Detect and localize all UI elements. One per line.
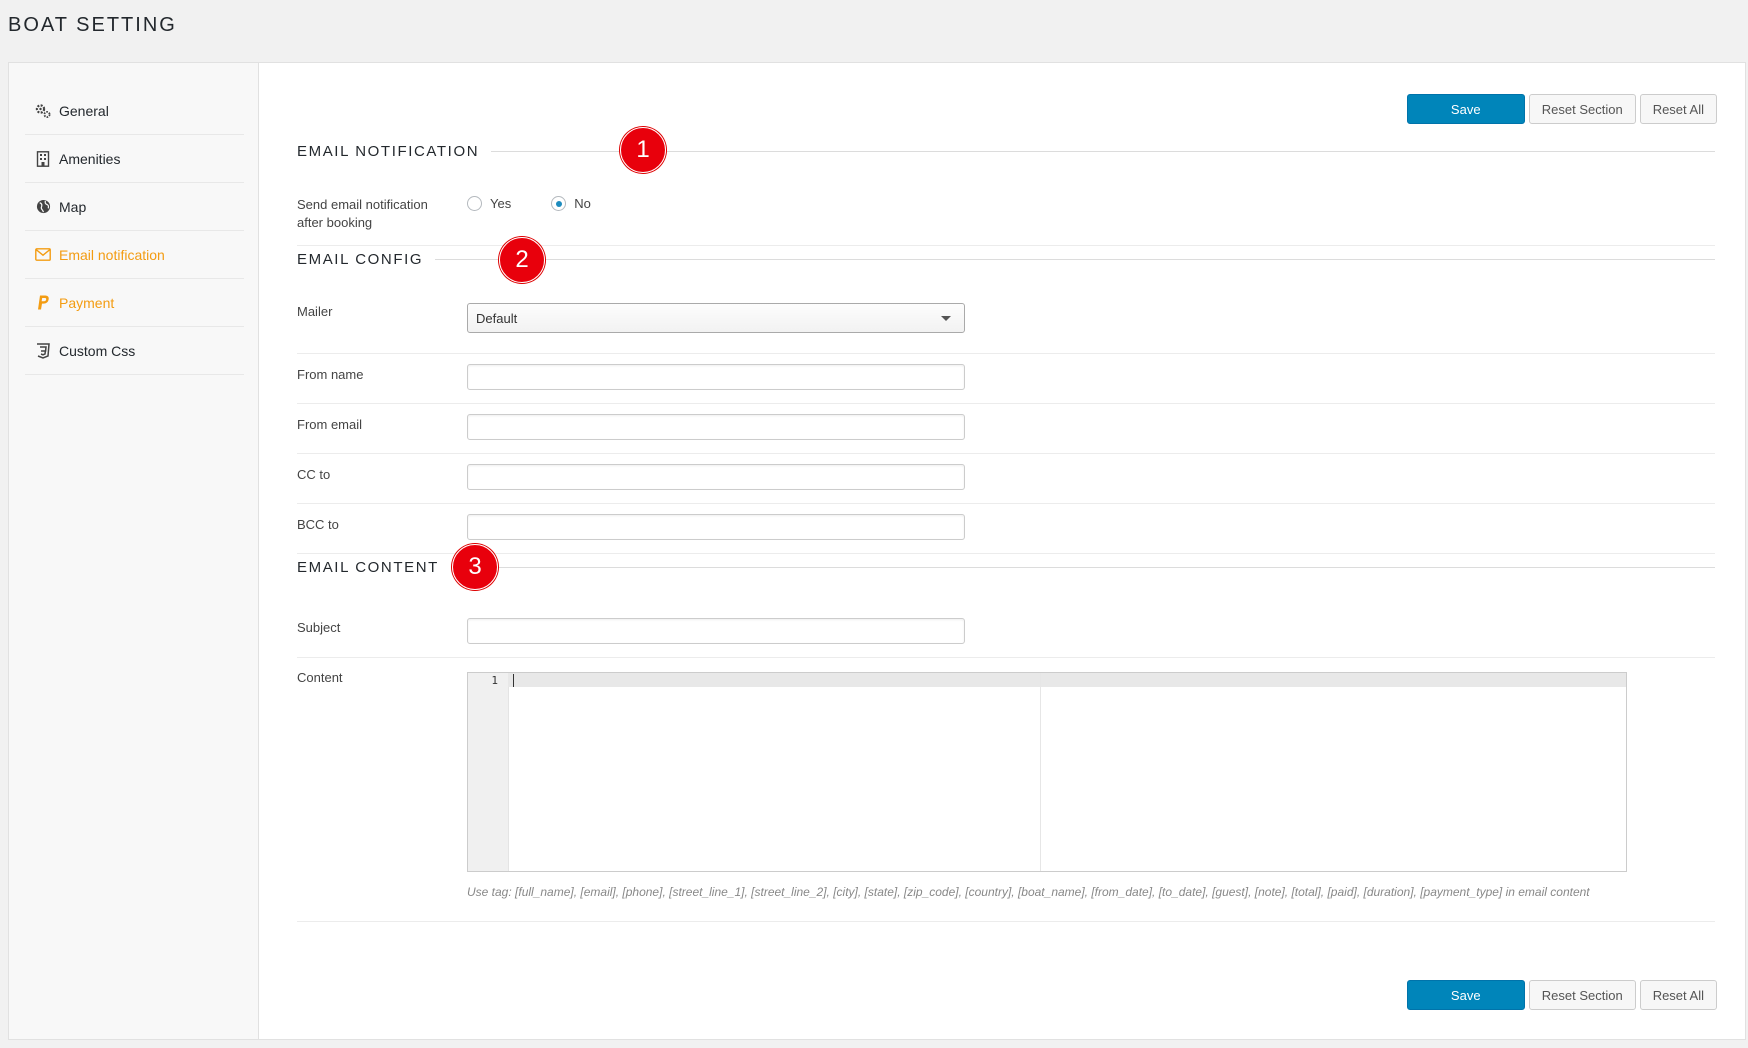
section-email-content: EMAIL CONTENT bbox=[297, 555, 1715, 579]
editor-print-margin bbox=[1040, 673, 1041, 871]
editor-cursor bbox=[513, 674, 514, 687]
radio-circle[interactable] bbox=[467, 196, 482, 211]
cc-label: CC to bbox=[297, 467, 331, 482]
sidebar-item-label: General bbox=[59, 102, 109, 119]
radio-yes[interactable]: Yes bbox=[467, 196, 511, 211]
sidebar-item-email-notification[interactable]: Email notification bbox=[25, 231, 244, 279]
line-number: 1 bbox=[491, 674, 498, 687]
sidebar-item-custom-css[interactable]: Custom Css bbox=[25, 327, 244, 375]
subject-input[interactable] bbox=[467, 618, 965, 644]
reset-all-button[interactable]: Reset All bbox=[1639, 94, 1717, 124]
mailer-row: Mailer Default bbox=[297, 303, 1715, 354]
cc-row: CC to bbox=[297, 453, 1715, 504]
save-button[interactable]: Save bbox=[1406, 94, 1525, 124]
section-title: EMAIL CONFIG bbox=[297, 250, 424, 268]
building-icon bbox=[34, 150, 52, 168]
page-title: BOAT SETTING bbox=[8, 14, 177, 36]
section-divider bbox=[435, 258, 1715, 260]
section-title: EMAIL CONTENT bbox=[297, 558, 439, 576]
bcc-row: BCC to bbox=[297, 503, 1715, 554]
notification-row: Send email notification after booking Ye… bbox=[297, 192, 1715, 246]
sidebar-item-amenities[interactable]: Amenities bbox=[25, 135, 244, 183]
sidebar-item-label: Custom Css bbox=[59, 342, 136, 359]
annotation-marker: 2 bbox=[499, 237, 545, 283]
sidebar-item-payment[interactable]: Payment bbox=[25, 279, 244, 327]
sidebar-item-label: Map bbox=[59, 198, 87, 215]
cc-input[interactable] bbox=[467, 464, 965, 490]
content-hint: Use tag: [full_name], [email], [phone], … bbox=[467, 885, 1590, 899]
annotation-marker: 1 bbox=[620, 127, 666, 173]
radio-label: Yes bbox=[490, 196, 512, 211]
annotation-marker: 3 bbox=[452, 544, 498, 590]
bcc-input[interactable] bbox=[467, 514, 965, 540]
editor-gutter: 1 bbox=[468, 673, 509, 871]
settings-panel: General Amenities Map Email notification bbox=[8, 62, 1746, 1040]
from-email-input[interactable] bbox=[467, 414, 965, 440]
envelope-icon bbox=[34, 246, 52, 264]
content-label: Content bbox=[297, 670, 343, 685]
mailer-label: Mailer bbox=[297, 304, 333, 319]
from-name-row: From name bbox=[297, 353, 1715, 404]
sidebar-item-label: Payment bbox=[59, 294, 115, 311]
mailer-selected-value: Default bbox=[476, 310, 518, 326]
editor-active-line bbox=[508, 673, 1626, 687]
subject-label: Subject bbox=[297, 620, 341, 635]
reset-section-button[interactable]: Reset Section bbox=[1528, 94, 1636, 124]
sidebar-item-label: Email notification bbox=[59, 246, 165, 263]
from-name-label: From name bbox=[297, 367, 364, 382]
section-title: EMAIL NOTIFICATION bbox=[297, 142, 480, 160]
radio-circle-selected[interactable] bbox=[551, 196, 567, 211]
content-code-editor[interactable]: 1 bbox=[467, 672, 1627, 872]
reset-section-button[interactable]: Reset Section bbox=[1528, 980, 1636, 1010]
sidebar-item-label: Amenities bbox=[59, 150, 121, 167]
notification-label: Send email notification after booking bbox=[297, 197, 428, 230]
section-divider bbox=[491, 150, 1715, 152]
save-button[interactable]: Save bbox=[1406, 980, 1525, 1010]
mailer-select[interactable]: Default bbox=[467, 303, 965, 333]
settings-content: Save Reset Section Reset All EMAIL NOTIF… bbox=[259, 63, 1745, 1039]
section-email-notification: EMAIL NOTIFICATION bbox=[297, 139, 1715, 163]
top-toolbar: Save Reset Section Reset All bbox=[1406, 94, 1717, 124]
reset-all-button[interactable]: Reset All bbox=[1639, 980, 1717, 1010]
bottom-toolbar: Save Reset Section Reset All bbox=[1406, 980, 1717, 1010]
radio-label: No bbox=[574, 196, 591, 211]
from-email-row: From email bbox=[297, 403, 1715, 454]
sidebar: General Amenities Map Email notification bbox=[9, 63, 259, 1039]
globe-icon bbox=[34, 198, 52, 216]
paypal-icon bbox=[34, 294, 52, 312]
chevron-down-icon bbox=[941, 316, 951, 321]
section-divider bbox=[450, 566, 1715, 568]
css3-icon bbox=[34, 342, 52, 360]
content-row: Content 1 Use tag: [full_name], [email],… bbox=[297, 657, 1715, 922]
bcc-label: BCC to bbox=[297, 517, 339, 532]
sidebar-item-general[interactable]: General bbox=[25, 87, 244, 135]
radio-no[interactable]: No bbox=[551, 196, 591, 211]
gears-icon bbox=[34, 102, 52, 120]
from-name-input[interactable] bbox=[467, 364, 965, 390]
from-email-label: From email bbox=[297, 417, 363, 432]
sidebar-item-map[interactable]: Map bbox=[25, 183, 244, 231]
subject-row: Subject bbox=[297, 607, 1715, 658]
notification-radio-group: Yes No bbox=[467, 196, 591, 211]
